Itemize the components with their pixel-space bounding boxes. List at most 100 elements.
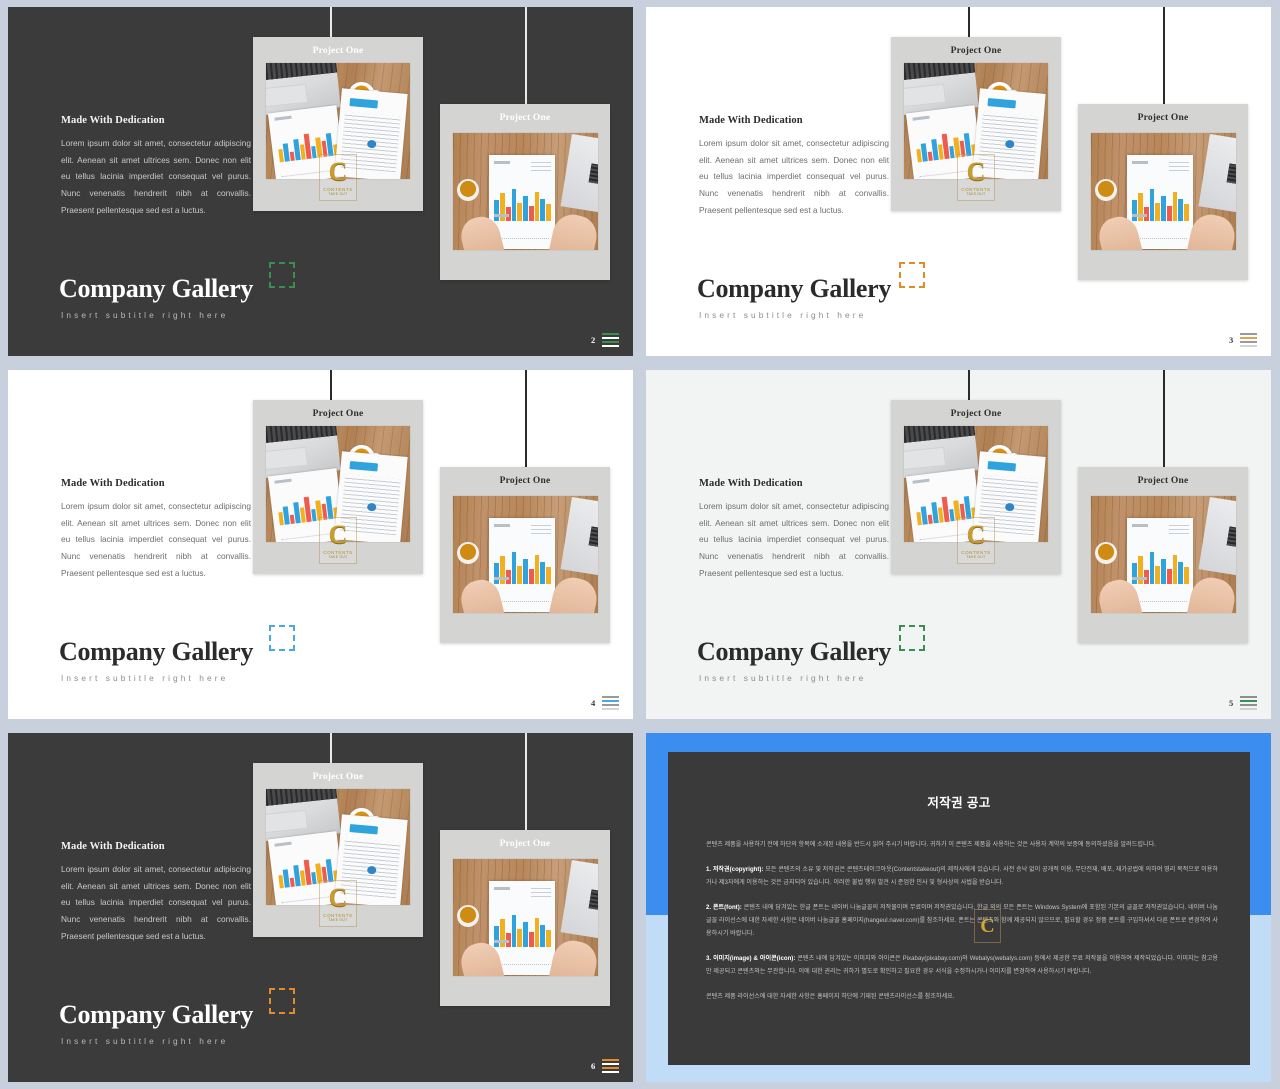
section-heading: Made With Dedication (61, 478, 165, 489)
project-card-two[interactable]: Project One (1078, 104, 1248, 280)
slide-copyright[interactable]: 저작권 공고 콘텐츠 제품을 사용하기 전에 하단의 항목에 소개된 내용을 반… (646, 733, 1271, 1082)
copyright-section-1-text: 모든 콘텐츠의 소유 및 저작권은 콘텐츠테이크아웃(Contentstakeo… (706, 866, 1218, 886)
watermark-logo: C CONTENTS TAKE OUT (957, 517, 995, 564)
section-body: Lorem ipsum dolor sit amet, consectetur … (61, 864, 251, 941)
hanging-line-left (330, 733, 332, 766)
section-heading: Made With Dedication (61, 115, 165, 126)
slide-cell-4: Project One C CONTENTS TAKE OUT Project … (0, 363, 640, 726)
page-subtitle: Insert subtitle right here (699, 310, 867, 320)
slide-cell-3: Project One C CONTENTS TAKE OUT Project … (640, 0, 1280, 363)
watermark-logo: C CONTENTS TAKE OUT (319, 517, 357, 564)
project-card-one-title: Project One (950, 409, 1002, 419)
project-card-one[interactable]: Project One C CONTENTS TAKE OUT (253, 763, 423, 937)
project-photo-hands-chart (1091, 133, 1236, 250)
menu-hamburger-icon[interactable] (602, 333, 620, 347)
project-card-one-title: Project One (312, 46, 364, 56)
project-card-two[interactable]: Project One (440, 830, 610, 1006)
page-subtitle: Insert subtitle right here (61, 310, 229, 320)
project-card-one[interactable]: Project One C CONTENTS TAKE OUT (891, 400, 1061, 574)
project-card-one-title: Project One (312, 772, 364, 782)
copyright-title: 저작권 공고 (927, 796, 991, 810)
page-title: Company Gallery (59, 1000, 254, 1029)
page-subtitle: Insert subtitle right here (699, 673, 867, 683)
copyright-section-3-label: 3. 이미지(image) & 아이콘(icon): (706, 955, 796, 962)
hanging-line-left (968, 370, 970, 403)
text-block: Made With Dedication Lorem ipsum dolor s… (61, 478, 251, 582)
hanging-line-left (330, 370, 332, 403)
section-body: Lorem ipsum dolor sit amet, consectetur … (699, 501, 889, 578)
page-indicator[interactable]: 5 (1229, 696, 1258, 710)
project-card-two[interactable]: Project One (440, 467, 610, 643)
watermark-logo: C CONTENTS TAKE OUT (957, 154, 995, 201)
page-indicator[interactable]: 4 (591, 696, 620, 710)
project-card-one-title: Project One (950, 46, 1002, 56)
slide-thumbnail-grid: Project One C CONTENTS TAKE OUT Project … (0, 0, 1280, 1089)
page-indicator[interactable]: 3 (1229, 333, 1258, 347)
hanging-line-left (968, 7, 970, 40)
menu-hamburger-icon[interactable] (1240, 696, 1258, 710)
project-photo-hands-chart (453, 496, 598, 613)
watermark-logo: C CONTENTS TAKE OUT (319, 154, 357, 201)
slide-cell-copyright: 저작권 공고 콘텐츠 제품을 사용하기 전에 하단의 항목에 소개된 내용을 반… (640, 726, 1280, 1089)
accent-dashed-square (899, 625, 925, 651)
hanging-line-right (525, 7, 527, 108)
section-heading: Made With Dedication (61, 841, 165, 852)
accent-dashed-square (269, 625, 295, 651)
page-subtitle: Insert subtitle right here (61, 1036, 229, 1046)
watermark-logo: C CONTENTS TAKE OUT (319, 880, 357, 927)
menu-hamburger-icon[interactable] (1240, 333, 1258, 347)
hanging-line-right (525, 733, 527, 834)
page-indicator[interactable]: 2 (591, 333, 620, 347)
hanging-line-right (1163, 7, 1165, 108)
copyright-body: 콘텐츠 제품을 사용하기 전에 하단의 항목에 소개된 내용을 반드시 읽어 주… (706, 838, 1218, 1003)
page-subtitle: Insert subtitle right here (61, 673, 229, 683)
text-block: Made With Dedication Lorem ipsum dolor s… (699, 478, 889, 582)
menu-hamburger-icon[interactable] (602, 1059, 620, 1073)
copyright-section-2-label: 2. 폰트(font): (706, 904, 742, 911)
slide-6[interactable]: Project One C CONTENTS TAKE OUT Project … (8, 733, 633, 1082)
project-card-two-title: Project One (499, 113, 551, 123)
text-block: Made With Dedication Lorem ipsum dolor s… (61, 841, 251, 945)
project-card-two-title: Project One (499, 476, 551, 486)
project-card-two-title: Project One (1137, 113, 1189, 123)
project-card-one[interactable]: Project One C CONTENTS TAKE OUT (891, 37, 1061, 211)
section-heading: Made With Dedication (699, 478, 803, 489)
slide-5[interactable]: Project One C CONTENTS TAKE OUT Project … (646, 370, 1271, 719)
slide-2[interactable]: Project One C CONTENTS TAKE OUT Project … (8, 7, 633, 356)
section-body: Lorem ipsum dolor sit amet, consectetur … (61, 138, 251, 215)
project-card-two[interactable]: Project One (1078, 467, 1248, 643)
copyright-section-1-label: 1. 저작권(copyright): (706, 866, 764, 873)
page-number: 3 (1229, 335, 1234, 345)
project-card-two-title: Project One (499, 839, 551, 849)
copyright-section-3: 3. 이미지(image) & 아이콘(icon): 콘텐츠 내에 담겨있는 이… (706, 952, 1218, 978)
page-title: Company Gallery (59, 274, 254, 303)
copyright-section-2-text: 콘텐츠 내에 담겨있는 한글 폰트는 네이버 나눔글꼴의 저작물이며 무료이며 … (706, 904, 1218, 937)
accent-dashed-square (899, 262, 925, 288)
copyright-intro: 콘텐츠 제품을 사용하기 전에 하단의 항목에 소개된 내용을 반드시 읽어 주… (706, 841, 1156, 848)
slide-4[interactable]: Project One C CONTENTS TAKE OUT Project … (8, 370, 633, 719)
section-body: Lorem ipsum dolor sit amet, consectetur … (699, 138, 889, 215)
page-title: Company Gallery (697, 274, 892, 303)
project-card-one[interactable]: Project One C CONTENTS TAKE OUT (253, 400, 423, 574)
copyright-section-1: 1. 저작권(copyright): 모든 콘텐츠의 소유 및 저작권은 콘텐츠… (706, 863, 1218, 889)
watermark-logo: C (974, 909, 1001, 943)
hanging-line-left (330, 7, 332, 40)
project-card-two-title: Project One (1137, 476, 1189, 486)
slide-3[interactable]: Project One C CONTENTS TAKE OUT Project … (646, 7, 1271, 356)
text-block: Made With Dedication Lorem ipsum dolor s… (699, 115, 889, 219)
hanging-line-right (525, 370, 527, 471)
slide-cell-6: Project One C CONTENTS TAKE OUT Project … (0, 726, 640, 1089)
slide-cell-2: Project One C CONTENTS TAKE OUT Project … (0, 0, 640, 363)
page-indicator[interactable]: 6 (591, 1059, 620, 1073)
project-card-two[interactable]: Project One (440, 104, 610, 280)
page-number: 4 (591, 698, 596, 708)
slide-cell-5: Project One C CONTENTS TAKE OUT Project … (640, 363, 1280, 726)
project-photo-hands-chart (453, 133, 598, 250)
project-card-one[interactable]: Project One C CONTENTS TAKE OUT (253, 37, 423, 211)
menu-hamburger-icon[interactable] (602, 696, 620, 710)
project-photo-hands-chart (1091, 496, 1236, 613)
copyright-panel: 저작권 공고 콘텐츠 제품을 사용하기 전에 하단의 항목에 소개된 내용을 반… (668, 752, 1250, 1065)
accent-dashed-square (269, 988, 295, 1014)
page-title: Company Gallery (59, 637, 254, 666)
section-heading: Made With Dedication (699, 115, 803, 126)
